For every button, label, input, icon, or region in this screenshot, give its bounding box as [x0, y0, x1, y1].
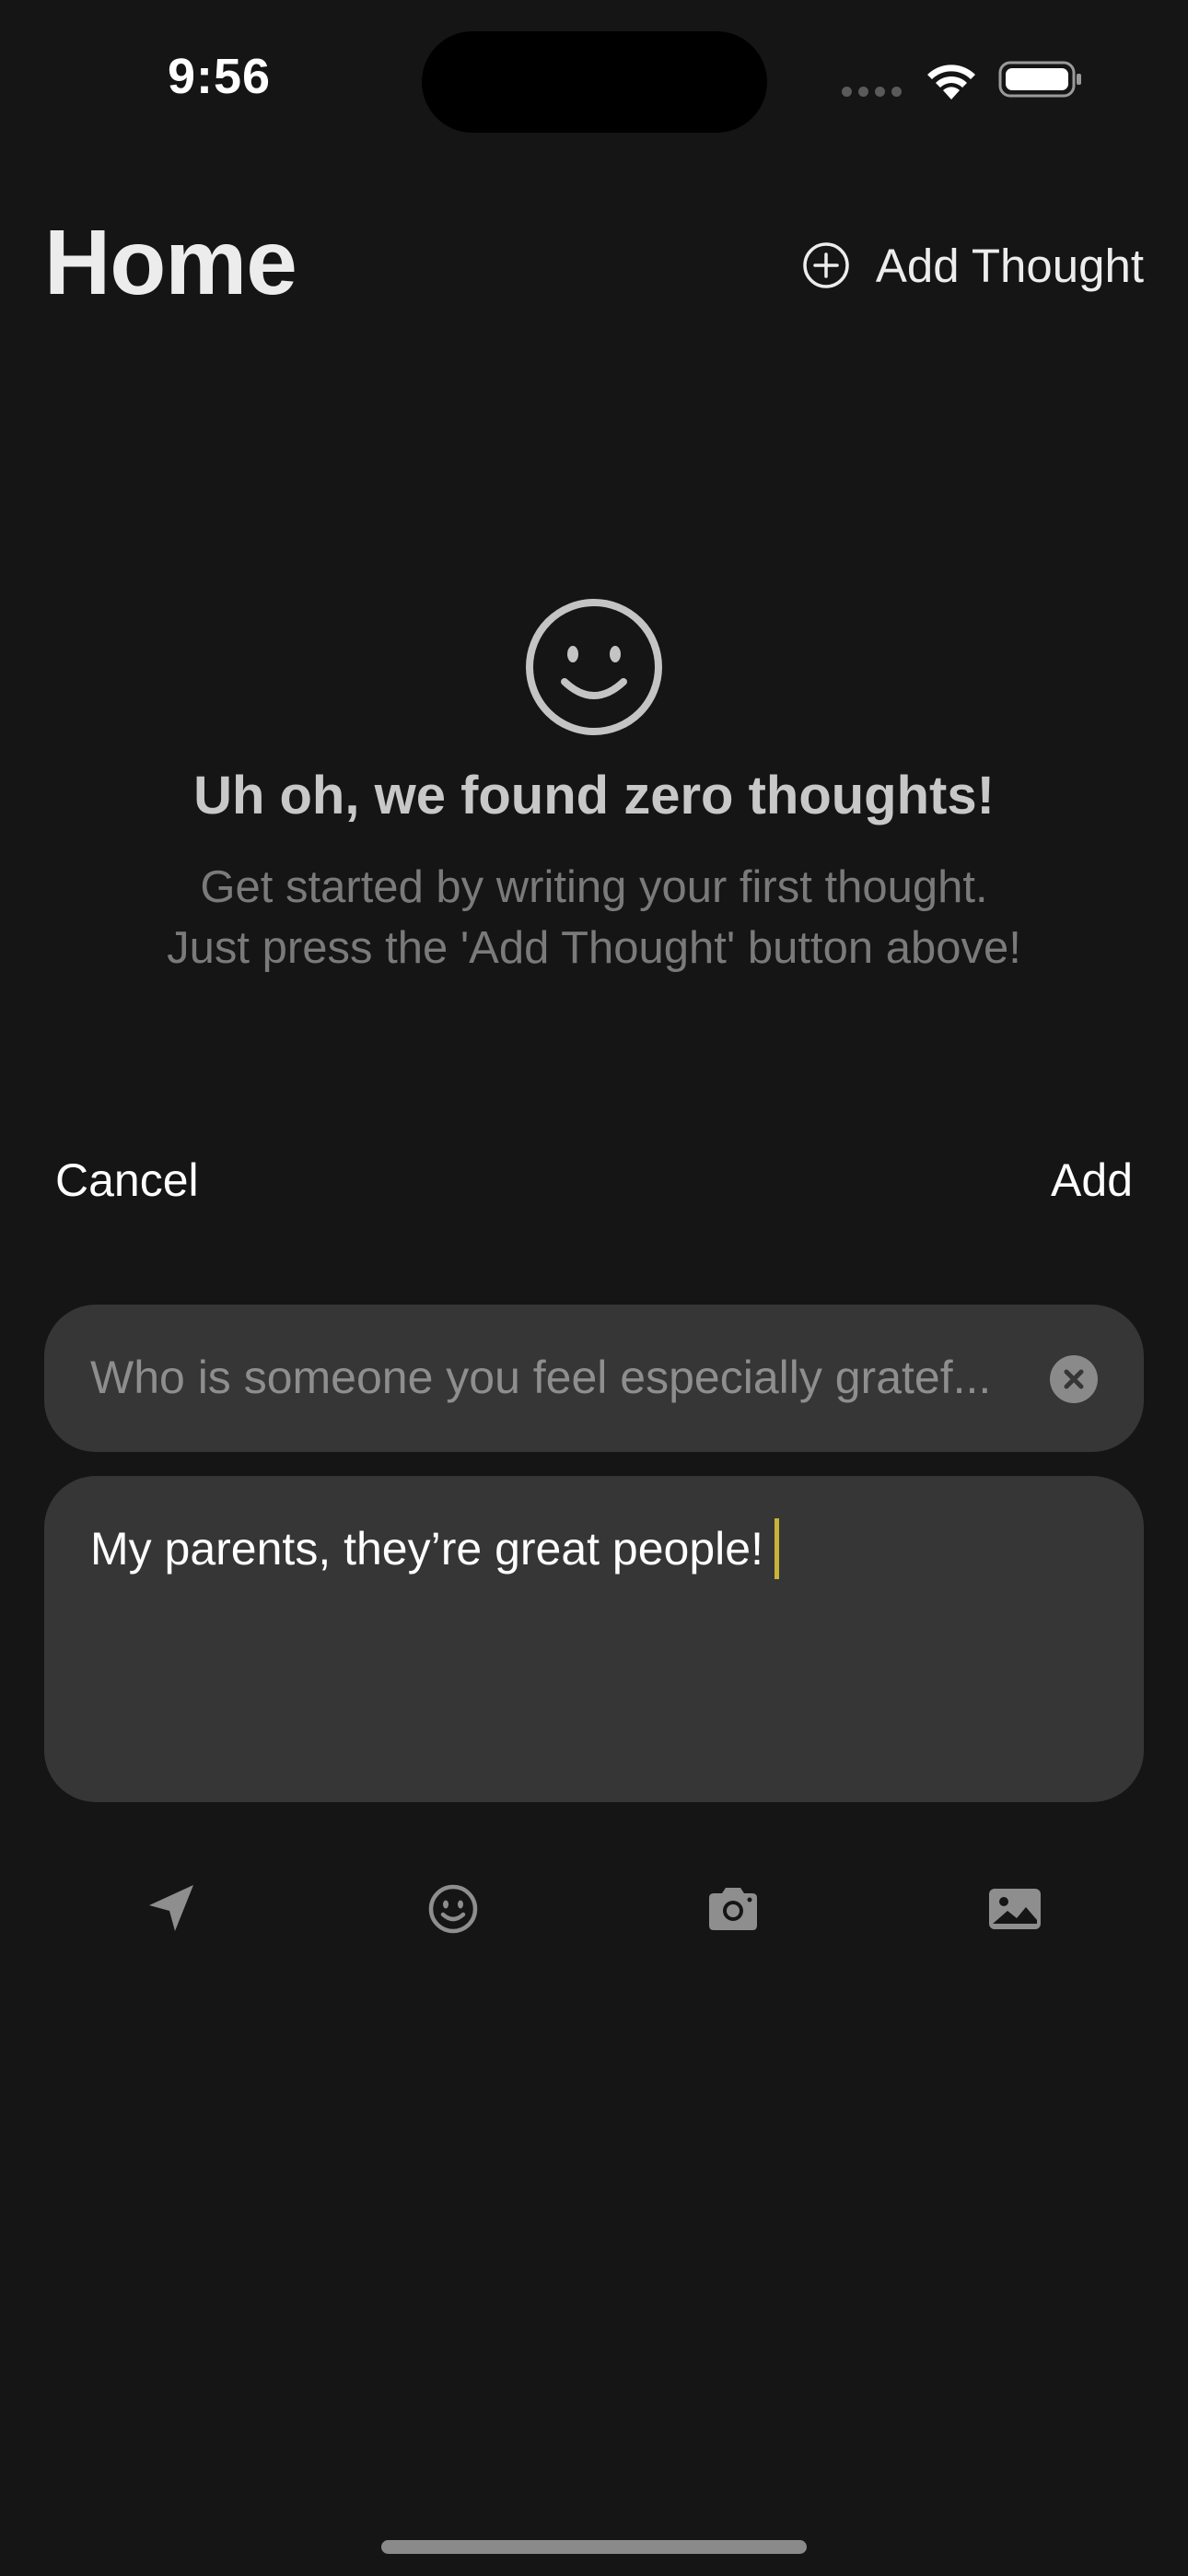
battery-icon [998, 61, 1081, 98]
prompt-field[interactable]: Who is someone you feel especially grate… [44, 1305, 1144, 1452]
cancel-button[interactable]: Cancel [55, 1153, 199, 1207]
add-thought-button[interactable]: Add Thought [802, 236, 1144, 295]
cellular-signal-icon [842, 87, 902, 97]
status-time: 9:56 [168, 49, 272, 104]
answer-text: My parents, they’re great people! [90, 1523, 763, 1575]
add-thought-label: Add Thought [875, 239, 1144, 292]
home-indicator[interactable] [381, 2540, 807, 2554]
clear-icon[interactable] [1050, 1355, 1098, 1403]
answer-text-field[interactable]: My parents, they’re great people! [44, 1476, 1144, 1802]
text-cursor [774, 1518, 779, 1579]
location-arrow-icon[interactable] [142, 1879, 201, 1938]
photo-icon[interactable] [985, 1879, 1044, 1938]
smiley-face-icon [526, 599, 662, 735]
plus-circle-icon [803, 242, 849, 288]
dynamic-island [422, 31, 767, 133]
empty-state-description: Get started by writing your first though… [167, 862, 1021, 973]
page-title: Home [44, 211, 297, 314]
smiley-icon[interactable] [424, 1879, 483, 1938]
add-button[interactable]: Add [1051, 1153, 1133, 1207]
prompt-text: Who is someone you feel especially grate… [90, 1352, 992, 1403]
wifi-icon [927, 64, 975, 100]
camera-icon[interactable] [704, 1879, 763, 1938]
empty-state-title: Uh oh, we found zero thoughts! [193, 766, 995, 825]
